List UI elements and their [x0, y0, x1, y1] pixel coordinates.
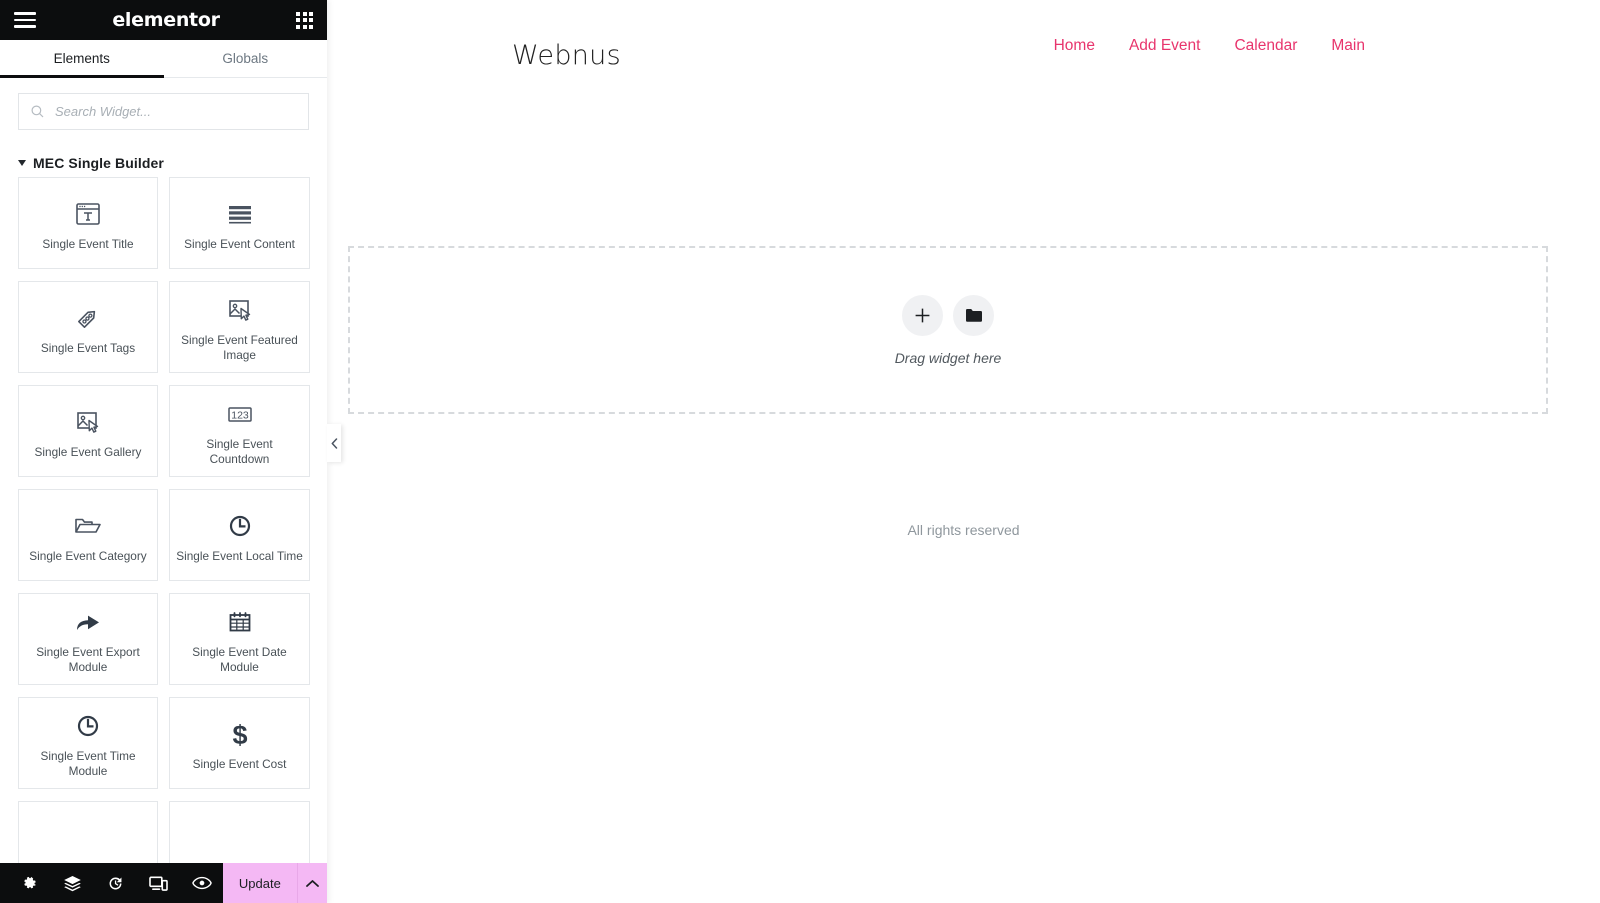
footer-copyright-text: All rights reserved [907, 522, 1020, 538]
search-input[interactable] [19, 94, 308, 129]
folder-open-icon [72, 507, 104, 545]
widget-label: Single Event Title [42, 236, 134, 251]
preview-canvas: Webnus Home Add Event Calendar Main Drag… [327, 0, 1600, 903]
widget-label: Single Event Tags [40, 340, 136, 355]
widget-label: Single Event Featured Image [181, 333, 298, 362]
navigator-button[interactable] [51, 863, 94, 903]
eye-icon [191, 876, 212, 890]
chevron-up-icon [305, 879, 319, 887]
preview-button[interactable] [180, 863, 223, 903]
nav-link-add-event[interactable]: Add Event [1129, 37, 1201, 55]
widget-list-scroll[interactable]: Single Event Title Single Event Content [0, 166, 327, 903]
plus-icon [915, 308, 930, 322]
image-cursor-icon [73, 403, 103, 441]
chevron-left-icon [331, 437, 337, 449]
panel-header: elementor [0, 0, 327, 40]
gear-icon [24, 876, 36, 888]
widget-single-event-local-time[interactable]: Single Event Local Time [169, 489, 310, 581]
widget-label: Single Event Content [184, 236, 295, 251]
footer-tools [0, 863, 223, 903]
share-arrow-icon [72, 603, 104, 641]
dollar-icon: $ [225, 715, 255, 753]
widget-single-event-gallery[interactable]: Single Event Gallery [18, 385, 158, 477]
widget-single-event-content[interactable]: Single Event Content [169, 177, 310, 269]
search-icon [31, 105, 44, 118]
tag-icon [73, 299, 103, 337]
site-header: Webnus Home Add Event Calendar Main [327, 0, 1600, 106]
elementor-editor: Webnus Home Add Event Calendar Main Drag… [0, 0, 1600, 903]
update-button[interactable]: Update [223, 863, 297, 903]
widget-label: Single Event Category [29, 548, 147, 563]
clock-icon [73, 707, 103, 745]
widget-grid: Single Event Title Single Event Content [0, 166, 327, 903]
history-icon [109, 877, 122, 889]
grid-apps-icon[interactable] [296, 11, 313, 29]
site-nav: Home Add Event Calendar Main [1054, 37, 1365, 55]
widget-single-event-export-module[interactable]: Single Event Export Module [18, 593, 158, 685]
settings-button[interactable] [8, 863, 51, 903]
hamburger-menu-icon[interactable] [14, 12, 36, 28]
widget-single-event-date-module[interactable]: Single Event Date Module [169, 593, 310, 685]
site-footer: All rights reserved [327, 522, 1600, 540]
nav-link-calendar[interactable]: Calendar [1234, 37, 1297, 55]
site-logo: Webnus [512, 40, 621, 71]
widget-single-event-category[interactable]: Single Event Category [18, 489, 158, 581]
lines-content-icon [225, 195, 255, 233]
layers-icon [64, 875, 81, 891]
widget-label: Single Event Date Module [192, 645, 287, 674]
tab-globals[interactable]: Globals [164, 40, 328, 77]
search-section [0, 78, 327, 138]
update-options-button[interactable] [296, 863, 327, 903]
nav-link-main[interactable]: Main [1331, 37, 1365, 55]
clock-icon [225, 507, 255, 545]
search-box[interactable] [18, 93, 309, 130]
tab-globals-label: Globals [222, 51, 269, 66]
editor-panel: elementor Elements Globals Search Widget… [0, 0, 327, 903]
widget-single-event-countdown[interactable]: 123 Single Event Countdown [169, 385, 310, 477]
widget-label: Single Event Export Module [36, 645, 140, 674]
panel-collapse-handle[interactable] [327, 424, 341, 462]
folder-icon [965, 308, 982, 322]
widget-single-event-title[interactable]: Single Event Title [18, 177, 158, 269]
widget-label: Single Event Gallery [34, 444, 142, 459]
image-cursor-icon [225, 291, 255, 329]
widget-label: Single Event Time Module [40, 749, 136, 778]
widget-single-event-featured-image[interactable]: Single Event Featured Image [169, 281, 310, 373]
browser-text-icon [73, 195, 103, 233]
widget-dropzone[interactable]: Drag widget here [348, 246, 1548, 414]
panel-tabs: Elements Globals [0, 40, 327, 78]
dropzone-label: Drag widget here [894, 349, 1002, 366]
history-button[interactable] [94, 863, 137, 903]
add-template-button[interactable] [953, 294, 994, 336]
widget-label: Single Event Countdown [206, 437, 273, 466]
widget-label: Single Event Local Time [176, 548, 303, 563]
widget-label: Single Event Cost [192, 756, 287, 771]
tab-elements-label: Elements [53, 51, 110, 66]
widget-single-event-time-module[interactable]: Single Event Time Module [18, 697, 158, 789]
numbers-123-icon: 123 [224, 395, 256, 433]
widget-single-event-tags[interactable]: Single Event Tags [18, 281, 158, 373]
devices-icon [149, 876, 168, 891]
panel-footer-bar: Update [0, 863, 327, 903]
responsive-mode-button[interactable] [137, 863, 180, 903]
calendar-icon [225, 603, 255, 641]
svg-text:123: 123 [231, 410, 249, 422]
tab-elements[interactable]: Elements [0, 40, 164, 78]
elementor-brand-logo: elementor [112, 9, 220, 31]
add-widget-button[interactable] [902, 294, 943, 336]
dropzone-buttons [902, 294, 994, 336]
nav-link-home[interactable]: Home [1054, 37, 1095, 55]
svg-text:$: $ [232, 720, 247, 749]
widget-single-event-cost[interactable]: $ Single Event Cost [169, 697, 310, 789]
